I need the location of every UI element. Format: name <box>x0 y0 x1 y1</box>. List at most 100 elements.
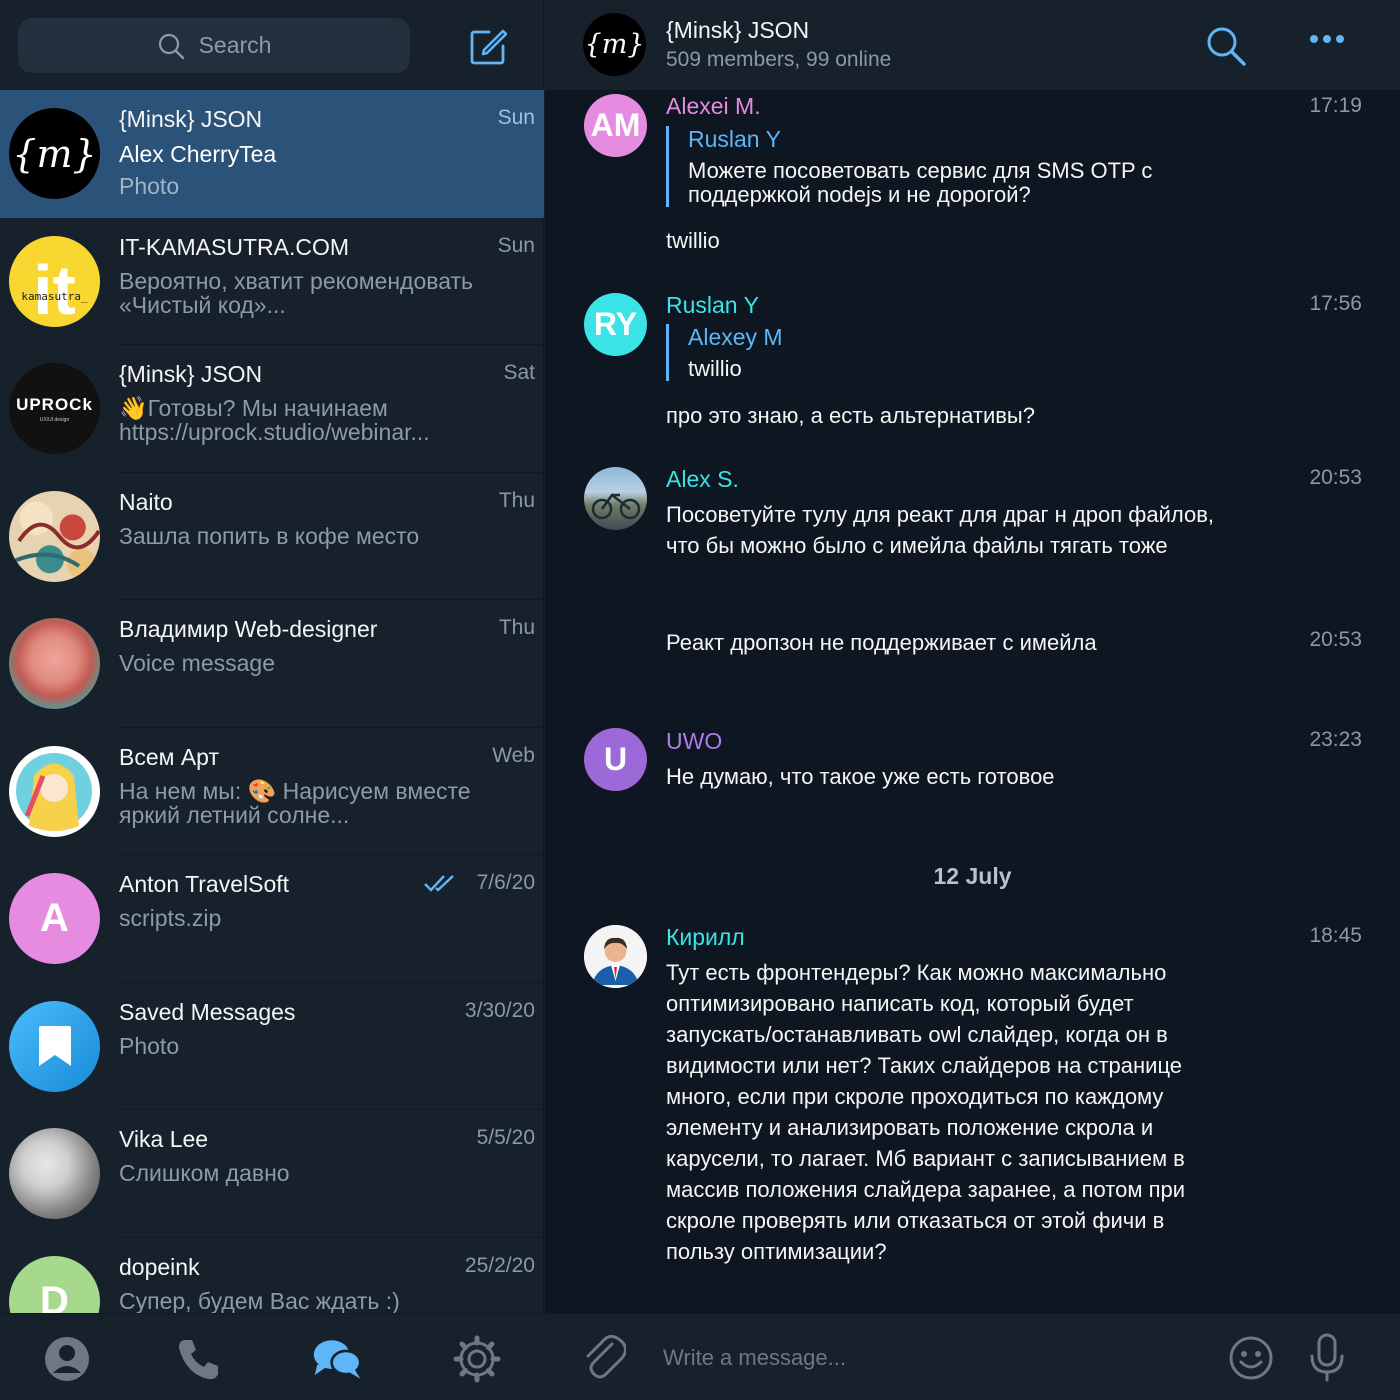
chat-panel: {m} {Minsk} JSON 509 members, 99 online … <box>545 0 1400 1400</box>
bottom-tab-bar <box>0 1313 544 1400</box>
avatar-initials: AM <box>590 107 641 143</box>
chat-preview: 👋Готовы? Мы начинаем https://uprock.stud… <box>119 395 430 445</box>
message-author[interactable]: Alexei M. <box>666 93 761 120</box>
chat-preview: Voice message <box>119 650 275 676</box>
chat-name: IT-KAMASUTRA.COM <box>119 233 350 260</box>
chat-title[interactable]: {Minsk} JSON <box>666 17 809 44</box>
message-text: twillio <box>666 228 720 253</box>
message-author[interactable]: Alex S. <box>666 466 739 493</box>
chat-preview: Photo <box>119 1032 180 1059</box>
chat-item[interactable]: Всем Арт Web На нем мы: 🎨 Нарисуем вмест… <box>0 728 544 855</box>
chat-avatar[interactable]: {m} <box>583 13 646 76</box>
avatar[interactable]: U <box>584 728 647 791</box>
contacts-icon <box>45 1337 89 1381</box>
message-time: 23:23 <box>1309 728 1362 751</box>
avatar-logo-subtext: kamasutra_ <box>21 289 88 303</box>
search-input[interactable]: Search <box>18 18 410 73</box>
search-placeholder: Search <box>198 32 272 58</box>
chat-header: {m} {Minsk} JSON 509 members, 99 online <box>545 0 1400 90</box>
avatar-logo-subtext: UX/UI design <box>39 416 70 423</box>
chat-item[interactable]: {m} {Minsk} JSON Sun Alex CherryTea Phot… <box>0 90 544 218</box>
emoji-icon <box>1229 1336 1273 1380</box>
avatar-logo-text: {m} <box>584 29 645 60</box>
chat-preview: На нем мы: 🎨 Нарисуем вместе яркий летни… <box>119 777 471 828</box>
chat-item[interactable]: D dopeink 25/2/20 Супер, будем Вас ждать… <box>0 1238 544 1313</box>
avatar[interactable] <box>584 467 647 530</box>
avatar-initials: RY <box>593 306 638 342</box>
avatar: it kamasutra_ <box>9 235 100 327</box>
avatar-pattern-icon <box>13 522 100 568</box>
chat-preview: Photo <box>119 173 180 199</box>
chat-item[interactable]: UPROCk UX/UI design {Minsk} JSON Sat 👋Го… <box>0 345 544 473</box>
message-time: 20:53 <box>1309 628 1362 651</box>
avatar[interactable]: RY <box>584 293 647 356</box>
tab-calls[interactable] <box>174 1334 224 1384</box>
message-text: Тут есть фронтендеры? Как можно максимал… <box>666 960 1186 1264</box>
avatar[interactable]: AM <box>584 94 647 157</box>
more-button[interactable] <box>1309 32 1345 51</box>
avatar: D <box>9 1255 100 1313</box>
message-time: 17:56 <box>1309 292 1362 315</box>
reply-author: Alexey M <box>688 324 783 350</box>
chat-name: Vika Lee <box>119 1126 209 1152</box>
message-list: AM Alexei M. 17:19 Ruslan Y Можете посов… <box>545 90 1400 1313</box>
chat-item[interactable]: Vika Lee 5/5/20 Слишком давно <box>0 1110 544 1238</box>
chat-item[interactable]: Saved Messages 3/30/20 Photo <box>0 983 544 1110</box>
message-text: Реакт дропзон не поддерживает с имейла <box>666 630 1097 655</box>
reply-quote[interactable]: Alexey M twillio <box>666 324 1228 381</box>
avatar-logo-text: UPROCk <box>16 394 93 414</box>
search-icon <box>1207 27 1246 66</box>
avatar: {m} <box>9 108 100 199</box>
chat-date: Thu <box>498 616 535 639</box>
attach-button[interactable] <box>582 1332 627 1385</box>
message-input[interactable] <box>663 1338 1223 1378</box>
chat-item[interactable]: Naito Thu Зашла попить в кофе место <box>0 473 544 600</box>
sidebar-header: Search <box>0 0 544 90</box>
message-time: 20:53 <box>1309 466 1362 489</box>
voice-record-button[interactable] <box>1307 1332 1347 1389</box>
chat-item[interactable]: it kamasutra_ IT-KAMASUTRA.COM Sun Вероя… <box>0 218 544 345</box>
avatar <box>9 490 100 582</box>
tab-chats[interactable] <box>312 1334 362 1384</box>
date-separator: 12 July <box>933 863 1012 889</box>
avatar <box>9 1000 100 1092</box>
emoji-button[interactable] <box>1227 1334 1275 1387</box>
message-author[interactable]: UWO <box>666 728 722 755</box>
reply-author: Ruslan Y <box>688 126 781 152</box>
chat-preview: Супер, будем Вас ждать :) <box>119 1287 400 1313</box>
chat-preview: Слишком давно <box>119 1160 290 1186</box>
chat-name: dopeink <box>119 1253 200 1280</box>
chat-status: 509 members, 99 online <box>666 48 892 71</box>
chat-item[interactable]: Владимир Web-designer Thu Voice message <box>0 600 544 728</box>
avatar[interactable] <box>584 925 647 988</box>
message-author[interactable]: Кирилл <box>666 924 745 951</box>
reply-quote[interactable]: Ruslan Y Можете посоветовать сервис для … <box>666 126 1228 207</box>
reply-text: Можете посоветовать сервис для SMS OTP с… <box>688 158 1153 207</box>
chat-name: {Minsk} JSON <box>119 106 263 132</box>
bike-photo-icon <box>591 493 641 520</box>
chat-date: 3/30/20 <box>464 998 535 1022</box>
message-author[interactable]: Ruslan Y <box>666 292 759 319</box>
chat-date: Thu <box>498 488 535 512</box>
avatar <box>9 745 100 837</box>
paperclip-icon <box>586 1335 627 1379</box>
tab-contacts[interactable] <box>42 1334 92 1384</box>
phone-icon <box>179 1340 218 1380</box>
chat-list: {m} {Minsk} JSON Sun Alex CherryTea Phot… <box>0 90 544 1313</box>
reply-text: twillio <box>688 356 742 381</box>
tab-settings[interactable] <box>452 1334 502 1384</box>
chat-name: Saved Messages <box>119 998 296 1025</box>
chat-item[interactable]: A Anton TravelSoft 7/6/20 scripts.zip <box>0 855 544 983</box>
avatar <box>9 618 100 709</box>
avatar-logo-text: {m} <box>12 131 97 176</box>
chat-sender: Alex CherryTea <box>119 141 277 167</box>
chat-search-button[interactable] <box>1205 25 1247 72</box>
compose-button[interactable] <box>466 25 510 69</box>
compose-icon <box>470 29 507 65</box>
chat-date: 5/5/20 <box>476 1126 535 1149</box>
settings-icon <box>453 1335 501 1383</box>
avatar-initials: U <box>603 741 628 777</box>
bookmark-icon <box>38 1026 71 1066</box>
composer <box>545 1313 1400 1400</box>
avatar-letter: A <box>40 896 69 940</box>
